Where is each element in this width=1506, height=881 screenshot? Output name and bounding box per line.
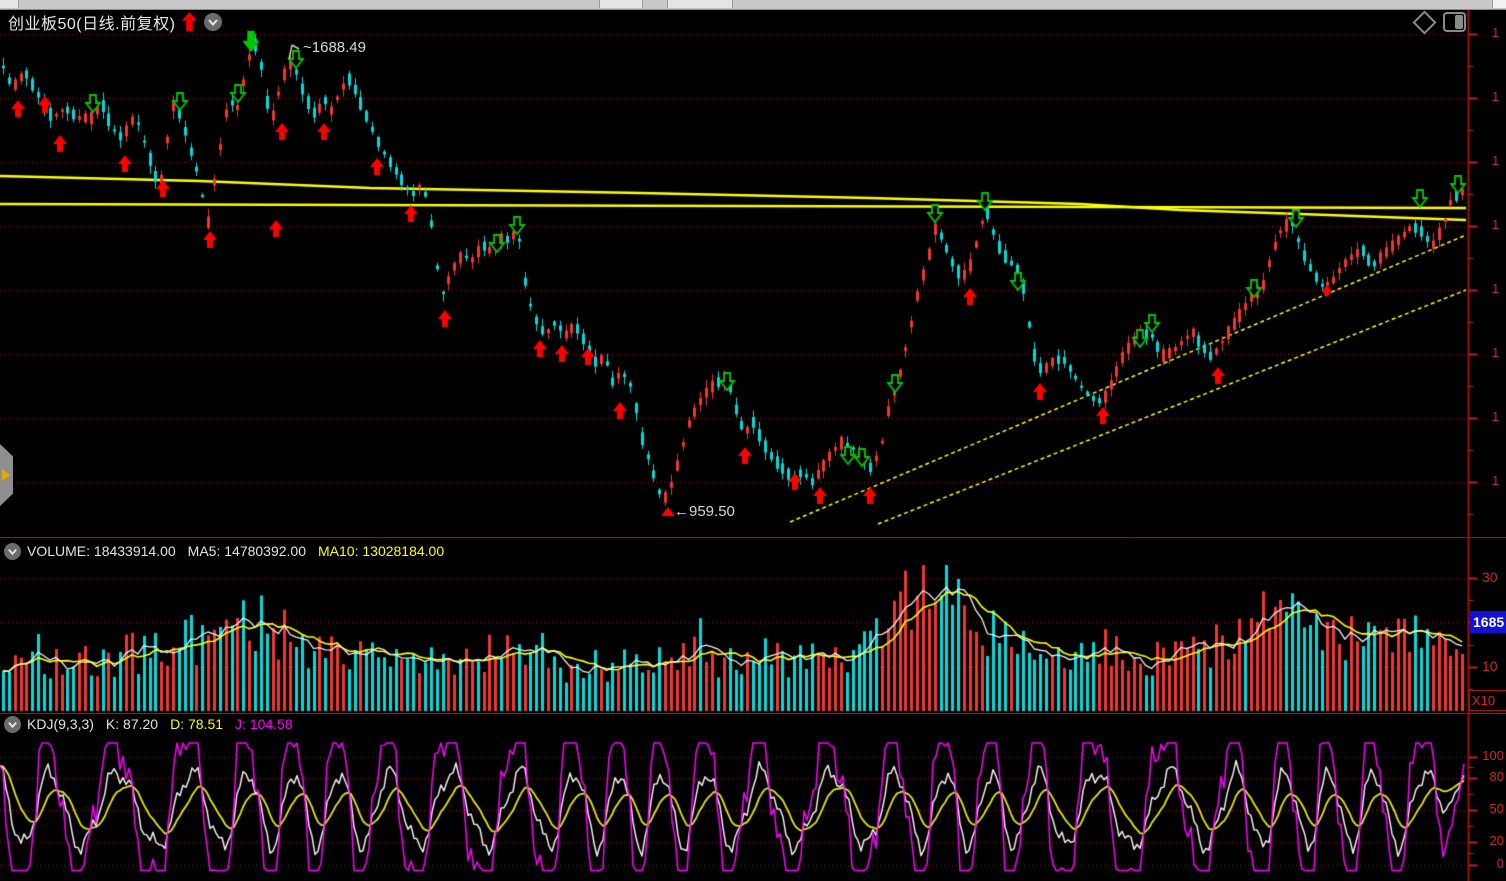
toolbar-button-edge: [0, 0, 19, 8]
axis-tick-label: 1: [1492, 473, 1499, 488]
axis-tick-label: 30: [1482, 569, 1498, 585]
axis-tick-label: 1: [1492, 25, 1499, 40]
app-window: 创业板50(日线.前复权) ~1688.49 ←959.50 VOLUME: 1…: [0, 0, 1506, 881]
toolbar-corner: [1492, 0, 1506, 8]
top-toolbar: [0, 0, 1506, 10]
axis-tick-label: 80: [1474, 769, 1504, 784]
kdj-d-readout: D: 78.51: [170, 716, 223, 732]
toolbar-button-edge: [599, 0, 643, 8]
panel-layout-icon[interactable]: [1443, 12, 1466, 32]
volume-chart-canvas[interactable]: [0, 537, 1506, 713]
axis-tick-label: 1: [1492, 217, 1499, 232]
collapse-main-panel-button[interactable]: [204, 13, 222, 31]
buy-signal-legend-icon: [182, 12, 197, 32]
axis-tick-label: 1: [1492, 89, 1499, 104]
corner-tools: [1416, 12, 1466, 32]
volume-unit-label: X10: [1469, 690, 1506, 711]
axis-tick-label: 10: [1482, 658, 1498, 674]
collapse-kdj-panel-button[interactable]: [4, 716, 21, 733]
low-price-annotation: ←959.50: [674, 503, 735, 520]
diamond-tool-icon[interactable]: [1412, 10, 1436, 34]
main-chart-header: 创业板50(日线.前复权): [8, 10, 222, 34]
axis-tick-label: 20: [1474, 833, 1504, 848]
panel-layout-icon-fill: [1455, 15, 1463, 29]
volume-ma10-readout: MA10: 13028184.00: [318, 543, 444, 559]
kdj-panel-header: KDJ(9,3,3) K: 87.20 D: 78.51 J: 104.58: [0, 714, 299, 734]
main-chart-canvas[interactable]: [0, 9, 1506, 537]
kdj-chart-canvas[interactable]: [0, 713, 1506, 881]
toolbar-button-edge: [667, 0, 733, 8]
expand-arrow-icon: [2, 469, 10, 481]
axis-tick-label: 1: [1492, 345, 1499, 360]
kdj-name: KDJ(9,3,3): [27, 716, 94, 732]
axis-tick-label: 1: [1492, 409, 1499, 424]
chevron-down-icon: [7, 546, 18, 557]
chart-title: 创业板50(日线.前复权): [8, 10, 175, 34]
axis-tick-label: 100: [1474, 748, 1504, 763]
axis-tick-label: 50: [1474, 801, 1504, 816]
kdj-j-readout: J: 104.58: [235, 716, 293, 732]
chevron-down-icon: [7, 719, 18, 730]
last-price-tag: 1685: [1470, 611, 1506, 633]
axis-tick-label: 1: [1492, 281, 1499, 296]
axis-tick-label: 0: [1474, 856, 1504, 871]
volume-panel-header: VOLUME: 18433914.00 MA5: 14780392.00 MA1…: [0, 540, 450, 562]
collapse-volume-panel-button[interactable]: [4, 543, 21, 560]
kdj-k-readout: K: 87.20: [106, 716, 158, 732]
volume-readout: VOLUME: 18433914.00: [27, 543, 176, 559]
high-price-annotation: ~1688.49: [303, 39, 366, 56]
axis-tick-label: 1: [1492, 153, 1499, 168]
chevron-down-icon: [207, 16, 219, 28]
volume-ma5-readout: MA5: 14780392.00: [188, 543, 306, 559]
